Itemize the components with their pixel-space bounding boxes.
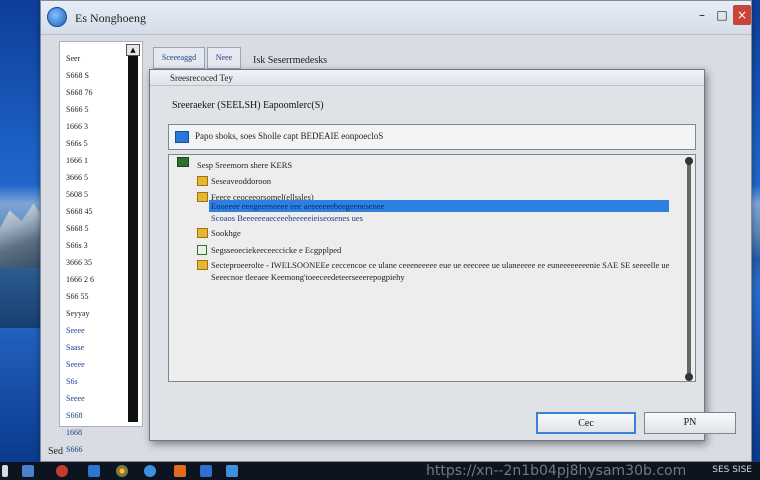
dialog-title: Sreesrecoced Tey [170, 73, 233, 83]
nav-item[interactable]: Seer [66, 50, 126, 67]
taskbar-app-icon[interactable] [22, 465, 34, 477]
ok-button[interactable]: Cec [536, 412, 636, 434]
nav-item[interactable]: S66s 5 [66, 135, 126, 152]
chrome-icon[interactable] [116, 465, 128, 477]
window-title: Es Nonghoeng [75, 11, 146, 25]
taskbar-app-icon[interactable] [88, 465, 100, 477]
taskbar-app-icon[interactable] [174, 465, 186, 477]
nav-item[interactable]: 1668 [66, 424, 126, 441]
nav-item[interactable]: Saase [66, 339, 126, 356]
nav-scrollbar[interactable] [128, 46, 138, 422]
nav-item[interactable]: S668 [66, 407, 126, 424]
nav-item[interactable]: 1666 2 6 [66, 271, 126, 288]
taskbar-app-icon[interactable] [144, 465, 156, 477]
nav-item[interactable]: 1666 1 [66, 152, 126, 169]
taskbar-clock[interactable]: SES SISE [712, 465, 752, 475]
dialog-subtitle: Sreeraeker (SEELSH) Eapoomlerc(S) [172, 100, 324, 111]
nav-item[interactable]: S66s 3 [66, 237, 126, 254]
selected-item-label: Eooeeee eeegeeeneeee eee aeeeeeeebeegeen… [211, 201, 385, 211]
nav-item[interactable]: S6s [66, 373, 126, 390]
folder-icon [197, 228, 208, 238]
status-text: Sed [48, 446, 63, 457]
checkbox-icon[interactable] [197, 245, 207, 255]
taskbar: https://xn--2n1b04pj8hysam30b.com SES SI… [0, 462, 760, 480]
watermark-text: https://xn--2n1b04pj8hysam30b.com [426, 463, 687, 479]
tree-item[interactable]: Sookhge [211, 227, 241, 239]
breadcrumb-tab-2[interactable]: Neee [207, 47, 241, 69]
selected-tree-item[interactable]: Eooeeee eeegeeeneeee eee aeeeeeeebeegeen… [209, 200, 669, 212]
folder-icon [197, 260, 208, 270]
tree-item[interactable]: Secteproeerolte - IWELSOONEEe ceccencoe … [211, 259, 669, 271]
nav-item[interactable]: 3666 35 [66, 254, 126, 271]
nav-item[interactable]: Seeee [66, 322, 126, 339]
option-square-icon [175, 131, 189, 143]
taskbar-app-icon[interactable] [200, 465, 212, 477]
tree-item[interactable]: Seseaveoddoroon [211, 175, 271, 187]
tree-item[interactable]: Segsseoeciekeeceeccicke e Ecgpplped [211, 244, 341, 256]
scroll-up-arrow-icon[interactable]: ▲ [126, 44, 140, 56]
dialog-window: Sreesrecoced Tey Sreeraeker (SEELSH) Eap… [149, 69, 736, 441]
nav-item[interactable]: 3666 5 [66, 169, 126, 186]
start-button-icon[interactable] [2, 465, 8, 477]
root-node-icon [177, 157, 189, 167]
tree-item[interactable]: Scoaos Beeeeeeaeceeeheeeeeieiseosenes ue… [211, 212, 363, 224]
tree-scroll-top-icon[interactable] [685, 157, 693, 165]
nav-item[interactable]: 5608 5 [66, 186, 126, 203]
title-bar[interactable]: Es Nonghoeng – □ × [41, 1, 751, 35]
nav-item[interactable]: Seeee [66, 390, 126, 407]
address-path[interactable]: Isk Seserrmedesks [253, 55, 327, 66]
option-field[interactable]: Papo sboks, soes Sholle capt BEDEAIE eon… [168, 124, 696, 150]
maximize-button[interactable]: □ [713, 5, 731, 25]
dialog-header[interactable]: Sreesrecoced Tey [150, 70, 704, 86]
minimize-button[interactable]: – [693, 5, 711, 25]
close-button[interactable]: × [733, 5, 751, 25]
cancel-button[interactable]: PN [644, 412, 736, 434]
folder-icon [197, 192, 208, 202]
nav-item[interactable]: S668 S [66, 67, 126, 84]
explorer-window: Es Nonghoeng – □ × Seer S668 S S668 76 S666… [40, 0, 752, 462]
nav-item[interactable]: Seeee [66, 356, 126, 373]
nav-item[interactable]: Seyyay [66, 305, 126, 322]
tree-root-label[interactable]: Sesp Sreemorn shere KERS [197, 159, 292, 171]
taskbar-app-icon[interactable] [226, 465, 238, 477]
tree-scroll-bottom-icon[interactable] [685, 373, 693, 381]
navigation-pane: Seer S668 S S668 76 S666 5 1666 3 S66s 5 1666 … [59, 41, 143, 454]
nav-item[interactable]: S668 45 [66, 203, 126, 220]
tree-scrollbar[interactable] [687, 159, 691, 377]
nav-item[interactable]: S666 5 [66, 101, 126, 118]
nav-item[interactable]: S66 55 [66, 288, 126, 305]
folder-icon [197, 176, 208, 186]
nav-item[interactable]: S668 76 [66, 84, 126, 101]
nav-item[interactable]: S666 [66, 441, 126, 458]
app-icon [47, 7, 67, 27]
tree-item[interactable]: Seeecnoe tleeaee Keemong'toeeceedeteerse… [211, 271, 405, 283]
nav-item[interactable]: S668 5 [66, 220, 126, 237]
breadcrumb-tab-1[interactable]: Sceeeaggd [153, 47, 205, 69]
tree-view: Sesp Sreemorn shere KERS Seseaveoddoroon… [168, 154, 696, 382]
nav-item[interactable]: 1666 3 [66, 118, 126, 135]
option-label: Papo sboks, soes Sholle capt BEDEAIE eon… [195, 131, 384, 141]
nav-list: Seer S668 S S668 76 S666 5 1666 3 S66s 5 1666 … [66, 50, 126, 458]
taskbar-app-icon[interactable] [56, 465, 68, 477]
